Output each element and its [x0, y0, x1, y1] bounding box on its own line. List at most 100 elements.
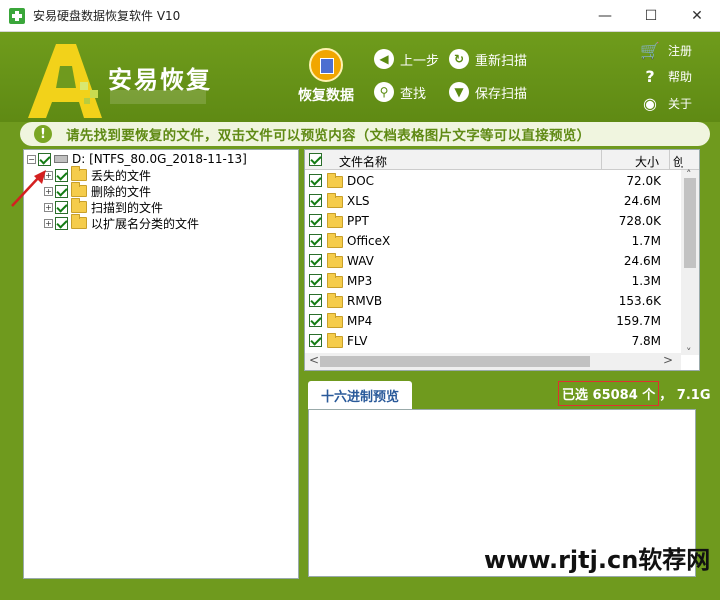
file-checkbox[interactable] — [309, 254, 322, 267]
tree-checkbox[interactable] — [55, 168, 68, 182]
file-checkbox[interactable] — [309, 194, 322, 207]
tree-checkbox[interactable] — [55, 216, 68, 230]
expand-icon[interactable]: + — [44, 218, 53, 228]
scroll-down-icon[interactable]: ˅ — [686, 346, 692, 359]
tree-item-label: 丢失的文件 — [91, 168, 152, 183]
file-checkbox[interactable] — [309, 294, 322, 307]
collapse-icon[interactable]: − — [27, 154, 36, 164]
help-icon: ? — [645, 66, 655, 86]
app-icon — [9, 7, 25, 24]
folder-icon — [327, 253, 343, 268]
scroll-left-icon[interactable]: < — [309, 353, 319, 367]
tree-item-deleted[interactable]: + 删除的文件 — [44, 182, 152, 199]
select-all-checkbox[interactable] — [309, 153, 322, 166]
tab-hex-preview[interactable]: 十六进制预览 — [308, 381, 412, 409]
cart-icon: 🛒 — [640, 40, 660, 60]
file-row[interactable]: OfficeX 1.7M — [305, 231, 685, 251]
file-checkbox[interactable] — [309, 314, 322, 327]
file-row[interactable]: DOC 72.0K — [305, 171, 685, 191]
find-button[interactable]: ⚲ 查找 — [374, 81, 426, 103]
file-row[interactable]: WAV 24.6M — [305, 251, 685, 271]
tree-item-scanned[interactable]: + 扫描到的文件 — [44, 198, 164, 215]
folder-icon — [327, 273, 343, 288]
back-button[interactable]: ◀ 上一步 — [374, 48, 439, 70]
col-created-header[interactable]: 创 — [673, 153, 683, 170]
save-icon: ▼ — [449, 82, 469, 102]
tree-checkbox[interactable] — [55, 200, 68, 214]
hint-text: 请先找到要恢复的文件，双击文件可以预览内容（文档表格图片文字等可以直接预览） — [66, 128, 591, 144]
tree-item-label: 扫描到的文件 — [91, 200, 164, 215]
hint-bar: ! 请先找到要恢复的文件，双击文件可以预览内容（文档表格图片文字等可以直接预览） — [20, 122, 710, 146]
file-row[interactable]: FLV 7.8M — [305, 331, 685, 351]
horizontal-scroll-thumb[interactable] — [320, 356, 590, 367]
about-button[interactable]: ◉ 关于 — [640, 93, 692, 113]
window-title: 安易硬盘数据恢复软件 V10 — [33, 9, 181, 23]
tree-root-drive[interactable]: − D: [NTFS_80.0G_2018-11-13] — [27, 151, 247, 167]
file-size: 7.8M — [631, 334, 661, 348]
rescan-button[interactable]: ↻ 重新扫描 — [449, 48, 527, 70]
file-size: 1.3M — [631, 274, 661, 288]
info-icon: ! — [34, 125, 52, 143]
recover-data-button[interactable]: 恢复数据 — [294, 48, 358, 114]
scroll-right-icon[interactable]: > — [663, 353, 673, 367]
col-size-header[interactable]: 大小 — [635, 153, 659, 170]
minimize-button[interactable]: — — [582, 0, 628, 32]
help-label: 帮助 — [668, 69, 693, 84]
file-size: 1.7M — [631, 234, 661, 248]
search-icon: ⚲ — [374, 82, 394, 102]
file-checkbox[interactable] — [309, 234, 322, 247]
tree-checkbox[interactable] — [55, 184, 68, 198]
tree-item-by-extension[interactable]: + 以扩展名分类的文件 — [44, 214, 200, 231]
vertical-scroll-thumb[interactable] — [684, 178, 696, 268]
file-name: MP4 — [347, 314, 373, 328]
file-size: 24.6M — [623, 254, 661, 268]
folder-icon — [327, 173, 343, 188]
tree-item-label: 以扩展名分类的文件 — [91, 216, 200, 231]
file-checkbox[interactable] — [309, 274, 322, 287]
file-size: 159.7M — [616, 314, 661, 328]
file-row[interactable]: RMVB 153.6K — [305, 291, 685, 311]
file-row[interactable]: PPT 728.0K — [305, 211, 685, 231]
about-label: 关于 — [668, 96, 693, 111]
file-size: 728.0K — [618, 214, 661, 228]
file-name: XLS — [347, 194, 370, 208]
close-button[interactable]: ✕ — [674, 0, 720, 32]
file-size: 153.6K — [618, 294, 661, 308]
logo-a-icon — [28, 44, 102, 118]
file-name: WAV — [347, 254, 374, 268]
file-row[interactable]: MP3 1.3M — [305, 271, 685, 291]
watermark-text: www.rjtj.cn软荐网 — [484, 546, 711, 574]
register-button[interactable]: 🛒 注册 — [640, 40, 692, 60]
folder-icon — [327, 213, 343, 228]
file-name: FLV — [347, 334, 368, 348]
arrow-left-icon: ◀ — [374, 49, 394, 69]
file-checkbox[interactable] — [309, 174, 322, 187]
help-button[interactable]: ? 帮助 — [640, 66, 692, 86]
selection-summary: 已选 65084 个 ， 7.1G — [558, 380, 711, 406]
file-checkbox[interactable] — [309, 214, 322, 227]
file-list[interactable]: 文件名称 大小 创 DOC 72.0K XLS 24.6M PPT 728.0K Offic… — [304, 149, 700, 371]
recover-data-label: 恢复数据 — [298, 88, 354, 104]
maximize-button[interactable]: ☐ — [628, 0, 674, 32]
col-name-header[interactable]: 文件名称 — [339, 153, 387, 170]
tree-item-label: 删除的文件 — [91, 184, 152, 199]
save-scan-button[interactable]: ▼ 保存扫描 — [449, 81, 527, 103]
folder-tree[interactable]: − D: [NTFS_80.0G_2018-11-13] + 丢失的文件 + 删… — [23, 149, 299, 579]
file-name: MP3 — [347, 274, 373, 288]
header: 安易恢复 恢复数据 ◀ 上一步 ↻ 重新扫描 ⚲ 查找 ▼ 保存扫描 🛒 注册 … — [0, 32, 720, 122]
file-checkbox[interactable] — [309, 334, 322, 347]
selected-size: ， 7.1G — [659, 387, 711, 403]
file-row[interactable]: MP4 159.7M — [305, 311, 685, 331]
file-name: PPT — [347, 214, 369, 228]
tree-checkbox[interactable] — [38, 152, 51, 166]
back-label: 上一步 — [400, 53, 440, 69]
rescan-label: 重新扫描 — [475, 53, 528, 69]
file-name: DOC — [347, 174, 375, 188]
folder-icon — [327, 233, 343, 248]
folder-icon — [327, 313, 343, 328]
file-row[interactable]: XLS 24.6M — [305, 191, 685, 211]
recover-disk-icon — [309, 48, 343, 82]
red-arrow-annotation-icon — [11, 170, 46, 207]
file-name: OfficeX — [347, 234, 391, 248]
tree-item-lost[interactable]: + 丢失的文件 — [44, 166, 152, 183]
